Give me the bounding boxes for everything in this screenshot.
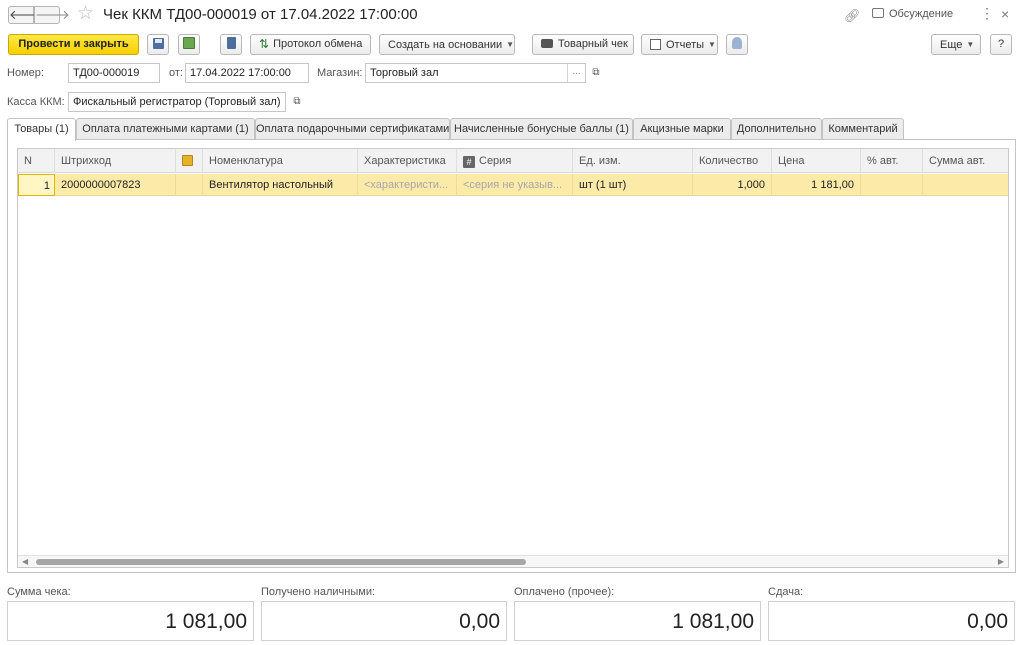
cell-item[interactable]: Вентилятор настольный: [203, 174, 358, 196]
tab-additional[interactable]: Дополнительно: [731, 118, 822, 140]
document-flag-icon: [182, 155, 193, 166]
tab-goods[interactable]: Товары (1): [7, 118, 76, 141]
column-header-unit[interactable]: Ед. изм.: [573, 149, 693, 173]
column-header-characteristic[interactable]: Характеристика: [358, 149, 457, 173]
change-value: 0,00: [768, 601, 1015, 641]
save-button[interactable]: [147, 34, 169, 55]
register-label: Касса ККМ:: [7, 96, 65, 108]
reports-label: Отчеты: [666, 39, 705, 51]
change-label: Сдача:: [768, 586, 804, 598]
cash-received-value: 0,00: [261, 601, 507, 641]
chat-icon: [872, 8, 884, 18]
favorite-star-icon[interactable]: ☆: [77, 4, 94, 24]
more-label: Еще: [940, 39, 963, 51]
column-header-series[interactable]: # Серия: [457, 149, 573, 173]
create-based-on-label: Создать на основании: [388, 39, 503, 51]
chevron-down-icon: ▼: [708, 40, 716, 49]
column-header-auto-sum[interactable]: Сумма авт.: [923, 149, 1008, 173]
date-field[interactable]: 17.04.2022 17:00:00: [185, 63, 309, 83]
cell-auto-pct[interactable]: [861, 174, 923, 196]
column-header-barcode[interactable]: Штрихкод: [55, 149, 176, 173]
chevron-down-icon: ▼: [506, 40, 515, 49]
table-row[interactable]: 1 2000000007823 Вентилятор настольный <х…: [18, 174, 1008, 196]
goods-panel: N Штрихкод Номенклатура Характеристика #…: [7, 139, 1016, 573]
cash-received-label: Получено наличными:: [261, 586, 376, 598]
scroll-left-icon[interactable]: ◀: [22, 557, 28, 566]
tab-gift-certificates[interactable]: Оплата подарочными сертификатами: [255, 118, 450, 140]
chevron-down-icon: ▼: [966, 40, 975, 49]
reports-button[interactable]: Отчеты ▼: [641, 34, 718, 55]
tab-bonus-points[interactable]: Начисленные бонусные баллы (1): [450, 118, 633, 140]
store-value: Торговый зал: [370, 67, 439, 79]
tab-card-payments[interactable]: Оплата платежными картами (1): [76, 118, 255, 140]
date-label: от:: [169, 67, 183, 79]
paid-other-label: Оплачено (прочее):: [514, 586, 615, 598]
store-select-button[interactable]: ...: [567, 64, 585, 82]
cell-quantity[interactable]: 1,000: [693, 174, 772, 196]
printer-icon: [541, 39, 553, 48]
cell-series[interactable]: <серия не указыв...: [457, 174, 573, 196]
exchange-protocol-label: Протокол обмена: [273, 38, 363, 50]
tab-excise-stamps[interactable]: Акцизные марки: [633, 118, 731, 140]
cell-auto-sum[interactable]: [923, 174, 1008, 196]
store-label: Магазин:: [317, 67, 363, 79]
cell-characteristic[interactable]: <характеристи...: [358, 174, 457, 196]
open-store-icon[interactable]: ⧉: [588, 65, 604, 81]
sales-receipt-label: Товарный чек: [558, 38, 628, 50]
receipt-sum-value: 1 081,00: [7, 601, 254, 641]
lightbulb-icon: [732, 37, 742, 49]
sync-icon: ⇅: [259, 37, 270, 51]
forward-button[interactable]: 🡒: [34, 6, 70, 24]
table-header: N Штрихкод Номенклатура Характеристика #…: [18, 149, 1008, 173]
number-label: Номер:: [7, 67, 44, 79]
create-based-on-button[interactable]: Создать на основании ▼: [379, 34, 515, 55]
save-icon: [152, 38, 164, 49]
column-header-quantity[interactable]: Количество: [693, 149, 772, 173]
series-header-label: Серия: [479, 155, 512, 167]
cell-unit[interactable]: шт (1 шт): [573, 174, 693, 196]
cell-n[interactable]: 1: [18, 174, 55, 196]
back-button[interactable]: 🡐: [8, 6, 44, 24]
post-icon: [183, 37, 195, 49]
title-bar: 🡐 🡒 ☆ Чек ККМ ТД00-000019 от 17.04.2022 …: [0, 0, 1023, 30]
discussion-label: Обсуждение: [889, 8, 954, 20]
cell-flag[interactable]: [176, 174, 203, 196]
help-button[interactable]: ?: [990, 34, 1012, 55]
sales-receipt-button[interactable]: Товарный чек: [532, 34, 634, 55]
paid-other-value: 1 081,00: [514, 601, 761, 641]
cell-price[interactable]: 1 181,00: [772, 174, 861, 196]
list-button[interactable]: [220, 34, 242, 55]
column-header-n[interactable]: N: [18, 149, 55, 173]
horizontal-scrollbar[interactable]: ◀ ▶: [18, 555, 1008, 567]
report-icon: [650, 39, 661, 50]
hint-button[interactable]: [726, 34, 748, 55]
register-field[interactable]: Фискальный регистратор (Торговый зал): [68, 92, 286, 112]
exchange-protocol-button[interactable]: ⇅ Протокол обмена: [250, 34, 371, 55]
column-header-item[interactable]: Номенклатура: [203, 149, 358, 173]
column-header-auto-pct[interactable]: % авт.: [861, 149, 923, 173]
scroll-right-icon[interactable]: ▶: [998, 557, 1004, 566]
close-icon[interactable]: ×: [1001, 7, 1009, 21]
discussion-button[interactable]: Обсуждение: [872, 8, 953, 20]
arrow-right-icon: 🡒: [35, 7, 70, 22]
window-menu-icon[interactable]: ⋮: [980, 6, 994, 20]
scrollbar-thumb[interactable]: [36, 559, 526, 565]
document-list-icon: [226, 37, 236, 49]
tab-comment[interactable]: Комментарий: [822, 118, 904, 140]
column-header-flag[interactable]: [176, 149, 203, 173]
link-icon[interactable]: 🔗︎: [844, 8, 861, 24]
open-register-icon[interactable]: ⧉: [289, 94, 305, 110]
number-field[interactable]: ТД00-000019: [68, 63, 160, 83]
more-button[interactable]: Еще ▼: [931, 34, 981, 55]
store-field[interactable]: Торговый зал ...: [365, 63, 586, 83]
column-header-price[interactable]: Цена: [772, 149, 861, 173]
window-title: Чек ККМ ТД00-000019 от 17.04.2022 17:00:…: [103, 6, 418, 23]
receipt-sum-label: Сумма чека:: [7, 586, 71, 598]
goods-table[interactable]: N Штрихкод Номенклатура Характеристика #…: [17, 148, 1009, 568]
post-and-close-button[interactable]: Провести и закрыть: [8, 34, 139, 55]
cell-barcode[interactable]: 2000000007823: [55, 174, 176, 196]
post-button[interactable]: [178, 34, 200, 55]
hash-icon: #: [463, 156, 475, 168]
